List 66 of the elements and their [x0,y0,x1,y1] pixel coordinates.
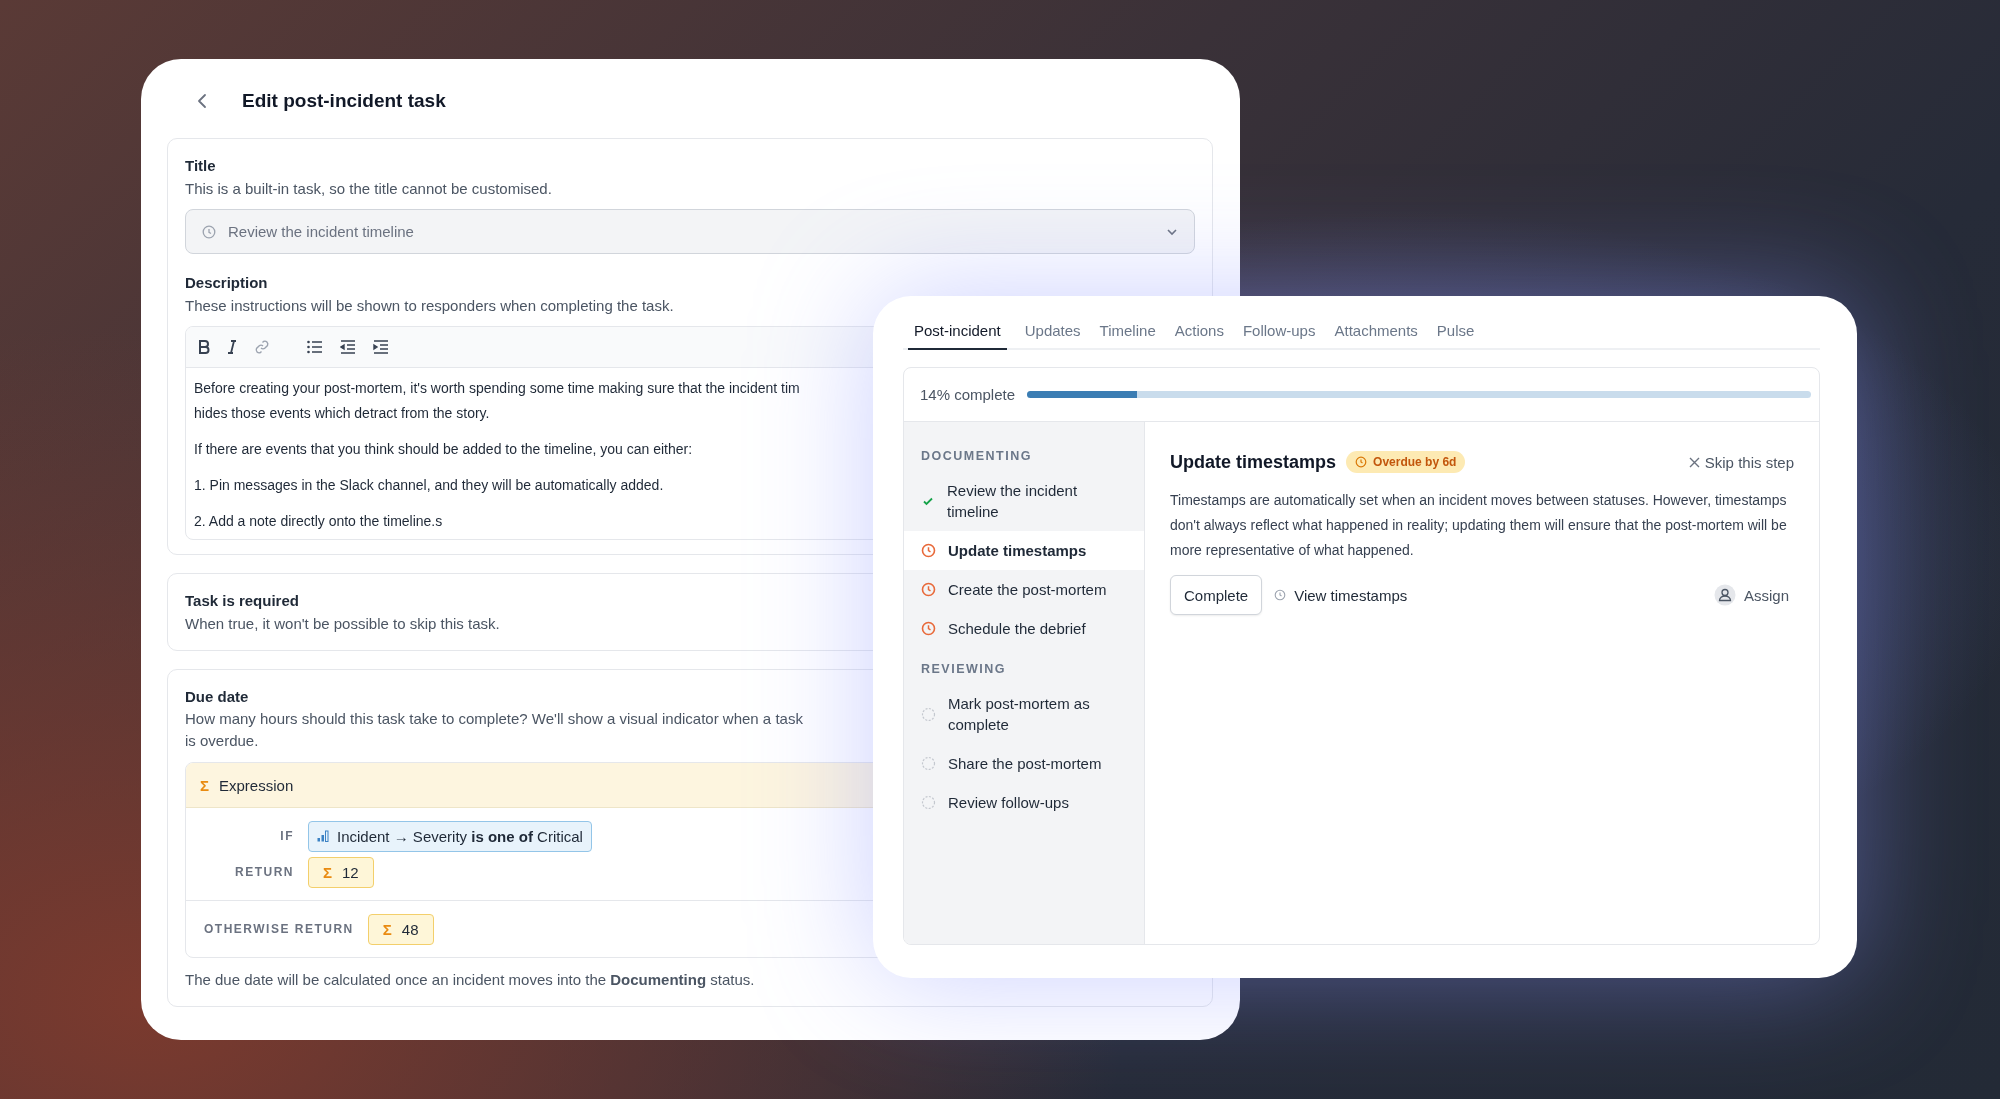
tab[interactable]: Timeline [1098,322,1157,350]
skip-link[interactable]: Skip this step [1688,453,1794,471]
clock-icon [1355,456,1368,468]
assign-button[interactable]: Assign [1713,584,1794,606]
tab[interactable]: Post-incident [908,322,1007,350]
italic-icon[interactable] [227,340,237,354]
clock-icon [202,224,216,239]
empty-circle-icon [921,756,936,771]
step-item[interactable]: Create the post-mortem [904,570,1144,609]
overdue-badge: Overdue by 6d [1346,451,1466,473]
complete-button[interactable]: Complete [1170,575,1263,615]
tab[interactable]: Attachments [1333,322,1419,350]
group-heading: REVIEWING [920,662,1008,678]
condition-pill[interactable]: Incident → Severity is one of Critical [308,820,592,852]
tab[interactable]: Actions [1173,322,1225,350]
clock-icon [921,621,936,636]
expression-label: Expression [219,776,294,794]
step-description: Timestamps are automatically set when an incident moves between statuses. However, timestamps don't always reflect what happened in reality; updating them will ensure that the post-mortem will be more representative of what happened. [1170,491,1788,560]
keyword-label: OTHERWISE RETURN [204,922,354,936]
clock-icon [1274,589,1287,601]
editor-text-line: hides those events which detract from the story. [194,404,490,423]
step-item[interactable]: Schedule the debrief [904,609,1144,648]
person-icon [1713,584,1736,606]
empty-circle-icon [921,706,936,722]
tab[interactable]: Follow-ups [1241,322,1317,350]
value-pill[interactable]: Σ 48 [367,913,434,945]
back-chevron-icon[interactable] [197,93,207,109]
progress-label: 14% complete [920,386,1016,403]
value-pill[interactable]: Σ 12 [308,856,374,888]
sigma-icon: Σ [200,776,209,794]
step-item[interactable]: Review the incident timeline [904,471,1144,531]
step-item[interactable]: Mark post-mortem as complete [904,684,1144,744]
editor-text-line: If there are events that you think should be added to the timeline, you can either: [194,440,693,459]
view-timestamps-link[interactable]: View timestamps [1274,586,1408,604]
clock-icon [921,582,936,597]
step-item[interactable]: Share the post-mortem [904,744,1144,783]
field-label: Due date [185,687,249,707]
bold-icon[interactable] [198,340,210,354]
field-hint: When true, it won't be possible to skip this task. [185,614,500,634]
indent-icon[interactable] [373,340,389,354]
step-item[interactable]: Review follow-ups [904,783,1144,822]
step-title: Update timestamps [1170,451,1337,473]
keyword-label: RETURN [234,865,294,879]
editor-text-line: 2. Add a note directly onto the timeline.s [194,512,443,531]
due-date-note: The due date will be calculated once an incident moves into the Documenting status. [185,970,755,990]
close-icon [1688,456,1700,468]
step-item[interactable]: Update timestamps [904,531,1144,570]
chevron-down-icon [1166,227,1178,236]
clock-icon [921,543,936,558]
field-hint: This is a built-in task, so the title cannot be customised. [185,179,552,199]
field-label: Task is required [185,591,299,611]
empty-circle-icon [921,795,936,810]
tab[interactable]: Pulse [1435,322,1476,350]
field-hint: How many hours should this task take to complete? We'll show a visual indicator when a task is overdue. [185,709,804,751]
tab[interactable]: Updates [1023,322,1082,350]
field-label: Description [185,273,268,293]
outdent-icon[interactable] [340,340,356,354]
bullet-list-icon[interactable] [307,340,323,354]
editor-text-line: 1. Pin messages in the Slack channel, and they will be automatically added. [194,476,664,495]
severity-bars-icon [317,830,331,842]
keyword-label: IF [279,829,294,843]
group-heading: DOCUMENTING [920,449,1033,465]
editor-text-line: Before creating your post-mortem, it's worth spending some time making sure that the incident tim [194,379,800,398]
field-hint: These instructions will be shown to responders when completing the task. [185,296,674,316]
field-label: Title [185,156,216,176]
page-title: Edit post-incident task [242,90,446,112]
